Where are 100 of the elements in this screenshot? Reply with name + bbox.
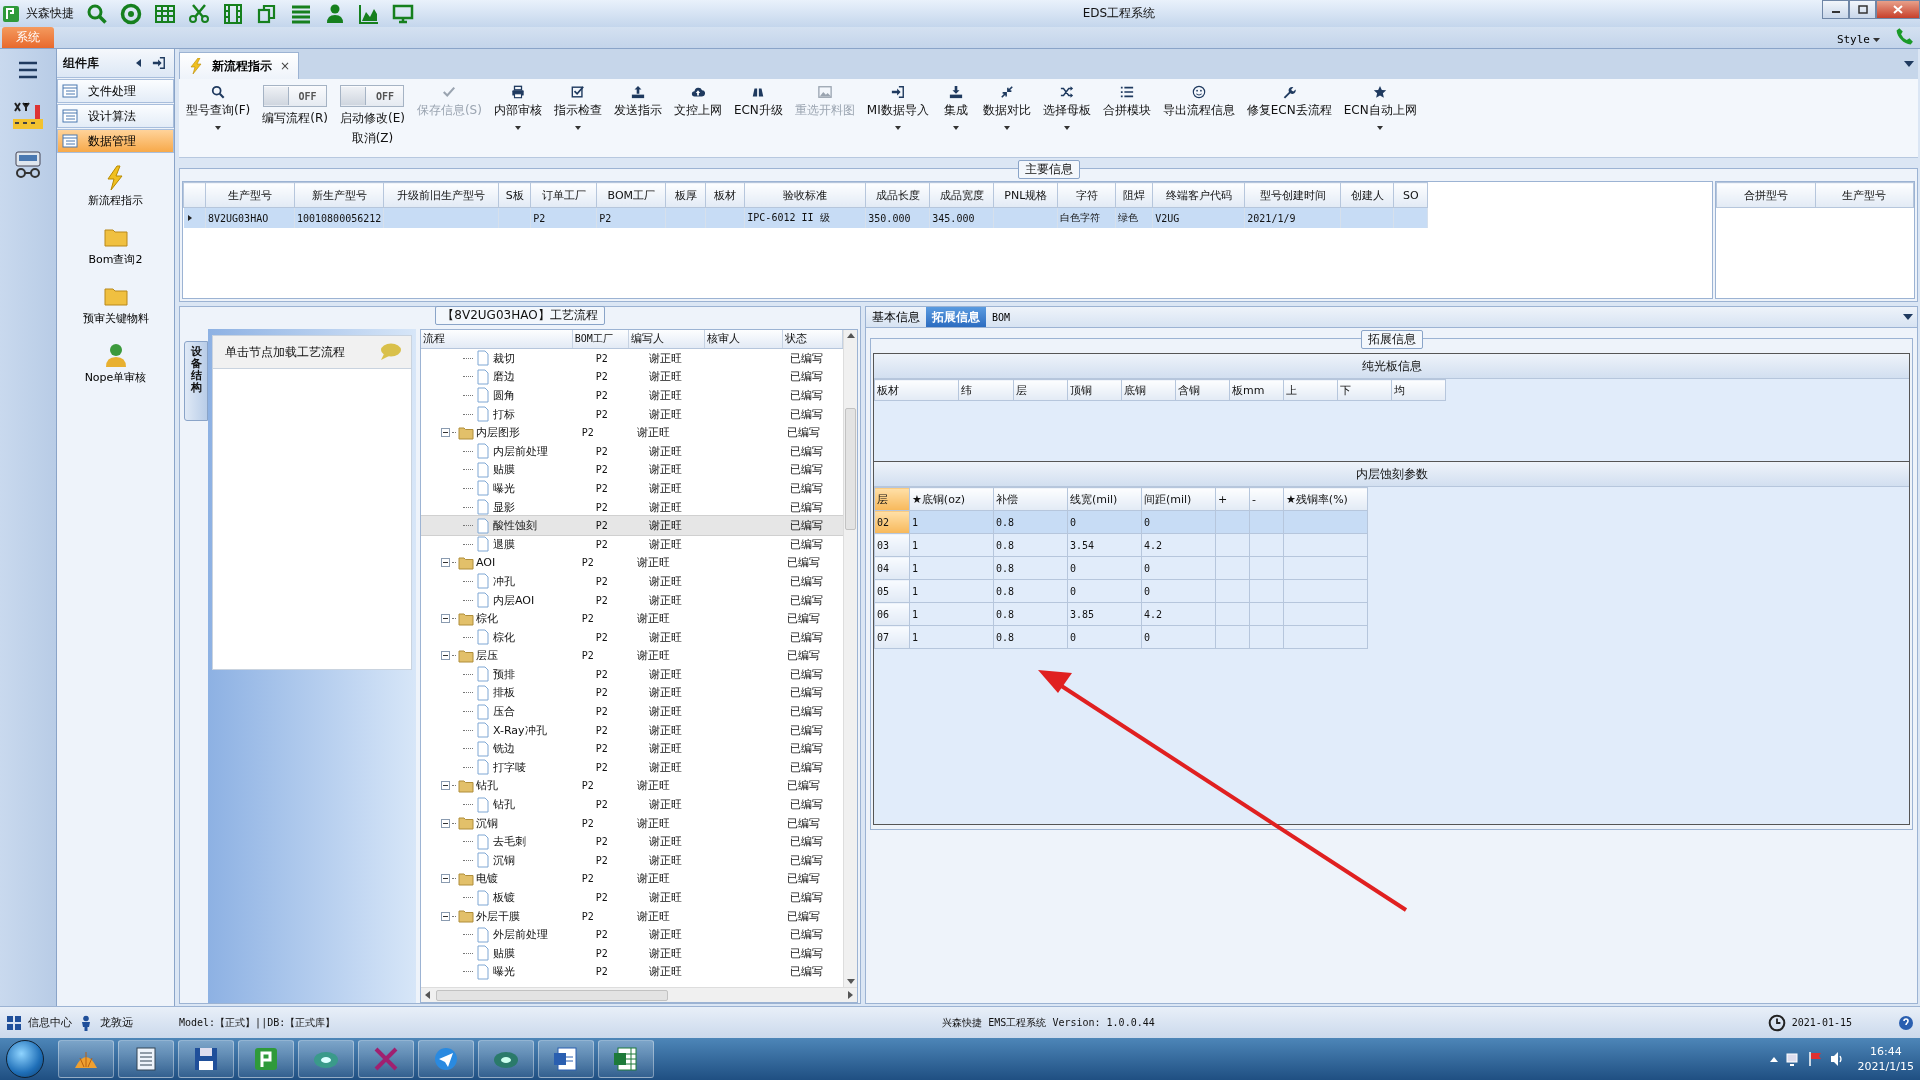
taskbar-app[interactable] bbox=[118, 1040, 174, 1078]
tree-row[interactable]: 贴膜 P2 谢正旺 已编写 bbox=[421, 944, 843, 963]
column-header[interactable]: 均 bbox=[1391, 379, 1446, 401]
tree-row[interactable]: 磨边 P2 谢正旺 已编写 bbox=[421, 367, 843, 387]
tree-row[interactable]: 打标 P2 谢正旺 已编写 bbox=[421, 404, 843, 424]
tree-row[interactable]: 板镀 P2 谢正旺 已编写 bbox=[421, 888, 843, 907]
column-header[interactable]: + bbox=[1215, 487, 1250, 511]
detail-tab[interactable]: 拓展信息 bbox=[926, 307, 986, 327]
collapse-icon[interactable] bbox=[441, 558, 450, 568]
column-header[interactable]: ★底铜(oz) bbox=[909, 487, 994, 511]
column-header[interactable]: - bbox=[1249, 487, 1284, 511]
component-item[interactable]: 数据管理 bbox=[57, 129, 174, 153]
tree-row[interactable]: 棕化 P2 谢正旺 已编写 bbox=[421, 609, 843, 628]
table-row[interactable]: 06 1 0.8 3.85 4.2 bbox=[874, 602, 1368, 626]
taskbar-app[interactable] bbox=[538, 1040, 594, 1078]
side-tab[interactable]: 设备结构 bbox=[184, 341, 208, 421]
toggle-switch[interactable]: OFF bbox=[263, 85, 328, 107]
collapse-icon[interactable] bbox=[441, 874, 450, 884]
tree-row[interactable]: 沉铜 P2 谢正旺 已编写 bbox=[421, 813, 843, 833]
tree-row[interactable]: 压合 P2 谢正旺 已编写 bbox=[421, 702, 843, 721]
table-row[interactable]: 07 1 0.8 0 0 bbox=[874, 625, 1368, 649]
column-header[interactable]: 订单工厂 bbox=[530, 182, 597, 208]
column-header[interactable]: 板材 bbox=[874, 379, 959, 401]
column-header[interactable]: 含铜 bbox=[1175, 379, 1230, 401]
column-header[interactable]: 终端客户代码 bbox=[1152, 182, 1245, 208]
pin-button[interactable] bbox=[150, 54, 168, 72]
tree-row[interactable]: AOI P2 谢正旺 已编写 bbox=[421, 553, 843, 573]
detail-tab[interactable]: BOM bbox=[986, 307, 1017, 327]
column-header[interactable]: 合拼型号 bbox=[1716, 182, 1815, 208]
column-header[interactable]: 板材 bbox=[705, 182, 745, 208]
tree-row[interactable]: X-Ray冲孔 P2 谢正旺 已编写 bbox=[421, 720, 843, 740]
column-header[interactable]: BOM工厂 bbox=[596, 182, 666, 208]
taskbar-app[interactable] bbox=[418, 1040, 474, 1078]
column-header[interactable]: 字符 bbox=[1057, 182, 1116, 208]
column-header[interactable]: 下 bbox=[1337, 379, 1392, 401]
column-header[interactable]: 核审人 bbox=[705, 330, 784, 348]
tree-row[interactable]: 冲孔 P2 谢正旺 已编写 bbox=[421, 572, 843, 591]
tree-row[interactable]: 裁切 P2 谢正旺 已编写 bbox=[421, 349, 843, 368]
toolbar-button[interactable]: 修复ECN丢流程 bbox=[1241, 85, 1337, 119]
tree-row[interactable]: 预排 P2 谢正旺 已编写 bbox=[421, 665, 843, 684]
column-header[interactable]: 生产型号 bbox=[205, 182, 295, 208]
taskbar-app[interactable] bbox=[358, 1040, 414, 1078]
column-header[interactable]: SO bbox=[1393, 182, 1428, 208]
table-row[interactable]: 05 1 0.8 0 0 bbox=[874, 579, 1368, 603]
column-header[interactable]: 层 bbox=[874, 487, 910, 511]
tree-row[interactable]: 曝光 P2 谢正旺 已编写 bbox=[421, 479, 843, 498]
scrollbar[interactable] bbox=[843, 330, 857, 987]
toolbar-button[interactable]: 导出流程信息 bbox=[1157, 85, 1240, 119]
column-header[interactable]: PNL规格 bbox=[993, 182, 1058, 208]
tree-row[interactable]: 酸性蚀刻 P2 谢正旺 已编写 bbox=[421, 516, 843, 535]
close-button[interactable] bbox=[1876, 0, 1920, 19]
column-header[interactable]: 状态 bbox=[783, 330, 843, 348]
info-center-label[interactable]: 信息中心 bbox=[28, 1015, 72, 1030]
tree-row[interactable]: 钻孔 P2 谢正旺 已编写 bbox=[421, 795, 843, 814]
table-row[interactable]: 04 1 0.8 0 0 bbox=[874, 556, 1368, 580]
toolbar-button[interactable]: 数据对比 bbox=[977, 85, 1036, 130]
toggle-switch[interactable]: OFF bbox=[340, 85, 405, 107]
scroll-thumb[interactable] bbox=[436, 989, 668, 1001]
table-row[interactable]: 03 1 0.8 3.54 4.2 bbox=[874, 533, 1368, 557]
tree-row[interactable]: 曝光 P2 谢正旺 已编写 bbox=[421, 962, 843, 982]
tree-row[interactable]: 电镀 P2 谢正旺 已编写 bbox=[421, 869, 843, 889]
column-header[interactable]: 板厚 bbox=[665, 182, 706, 208]
tree-row[interactable]: 铣边 P2 谢正旺 已编写 bbox=[421, 739, 843, 759]
collapse-icon[interactable] bbox=[441, 614, 450, 624]
shortcut-button[interactable]: Nope单审核 bbox=[57, 338, 174, 389]
shortcut-button[interactable]: 新流程指示 bbox=[57, 161, 174, 212]
column-header[interactable]: 创建人 bbox=[1340, 182, 1394, 208]
toolbar-button[interactable]: 内部审核 bbox=[488, 85, 547, 130]
tree-row[interactable]: 圆角 P2 谢正旺 已编写 bbox=[421, 386, 843, 405]
tree-row[interactable]: 排板 P2 谢正旺 已编写 bbox=[421, 683, 843, 703]
tree-row[interactable]: 退膜 P2 谢正旺 已编写 bbox=[421, 534, 843, 554]
tree-row[interactable]: 棕化 P2 谢正旺 已编写 bbox=[421, 627, 843, 647]
collapse-icon[interactable] bbox=[441, 651, 450, 661]
component-item[interactable]: 文件处理 bbox=[57, 79, 174, 103]
detail-tab[interactable]: 基本信息 bbox=[866, 307, 926, 327]
toolbar-button[interactable]: 指示检查 bbox=[548, 85, 607, 130]
dropdown-icon[interactable] bbox=[1904, 61, 1914, 67]
collapse-icon[interactable] bbox=[441, 781, 450, 791]
column-header[interactable]: 升级前旧生产型号 bbox=[383, 182, 499, 208]
column-header[interactable]: ★残铜率(%) bbox=[1283, 487, 1368, 511]
tree-row[interactable]: 去毛刺 P2 谢正旺 已编写 bbox=[421, 832, 843, 852]
table-row[interactable]: 8V2UG03HAO 10010800056212 P2 P2 IPC-6012 II 级 350.000 345.000 白色字符 绿色 V2UG 2021/1/9 bbox=[183, 207, 1428, 228]
scroll-thumb[interactable] bbox=[845, 407, 856, 530]
toolbar-button[interactable]: 型号查询(F) bbox=[181, 85, 256, 130]
tree-row[interactable]: 层压 P2 谢正旺 已编写 bbox=[421, 646, 843, 666]
column-header[interactable]: 底铜 bbox=[1121, 379, 1176, 401]
tab-close-button[interactable]: × bbox=[280, 59, 291, 73]
column-header[interactable]: 间距(mil) bbox=[1141, 487, 1216, 511]
tree-row[interactable]: 打字唛 P2 谢正旺 已编写 bbox=[421, 758, 843, 777]
column-header[interactable]: 验收标准 bbox=[744, 182, 866, 208]
column-header[interactable]: 生产型号 bbox=[1815, 182, 1914, 208]
column-header[interactable]: 上 bbox=[1283, 379, 1338, 401]
collapse-icon[interactable] bbox=[441, 911, 450, 921]
column-header[interactable]: 顶铜 bbox=[1067, 379, 1122, 401]
toolbar-button[interactable]: OFF 启动修改(E) 取消(Z) bbox=[334, 85, 410, 147]
component-item[interactable]: 设计算法 bbox=[57, 104, 174, 128]
column-header[interactable]: 阻焊 bbox=[1115, 182, 1153, 208]
tree-row[interactable]: 内层图形 P2 谢正旺 已编写 bbox=[421, 423, 843, 442]
column-header[interactable]: 线宽(mil) bbox=[1067, 487, 1142, 511]
left-arrow-icon[interactable] bbox=[425, 991, 430, 999]
